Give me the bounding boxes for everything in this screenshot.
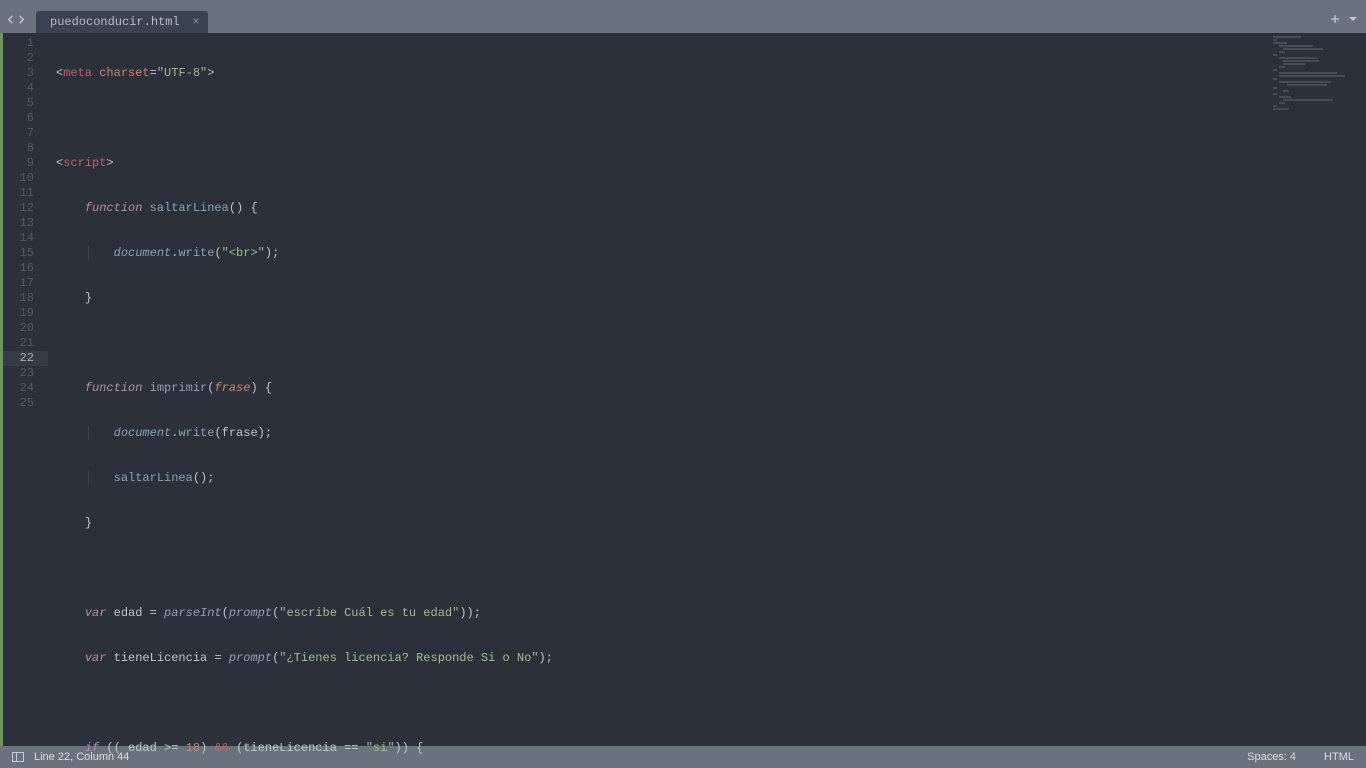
line-number: 6 bbox=[3, 111, 48, 126]
line-number: 20 bbox=[3, 321, 48, 336]
line-number: 17 bbox=[3, 276, 48, 291]
window-titlebar bbox=[0, 0, 1366, 7]
nav-arrows bbox=[0, 11, 32, 29]
line-number: 22 bbox=[3, 351, 48, 366]
line-number: 7 bbox=[3, 126, 48, 141]
line-number: 3 bbox=[3, 66, 48, 81]
new-tab-button[interactable] bbox=[1330, 11, 1340, 29]
line-number: 23 bbox=[3, 366, 48, 381]
close-icon[interactable]: × bbox=[192, 16, 199, 28]
line-number: 5 bbox=[3, 96, 48, 111]
line-number: 25 bbox=[3, 396, 48, 411]
line-number: 14 bbox=[3, 231, 48, 246]
file-tab[interactable]: puedoconducir.html × bbox=[36, 11, 208, 33]
line-number: 9 bbox=[3, 156, 48, 171]
line-number: 18 bbox=[3, 291, 48, 306]
line-number: 15 bbox=[3, 246, 48, 261]
line-number: 16 bbox=[3, 261, 48, 276]
line-number-gutter: 1234567891011121314151617181920212223242… bbox=[0, 33, 48, 746]
tab-dropdown-button[interactable] bbox=[1348, 11, 1358, 29]
line-number: 10 bbox=[3, 171, 48, 186]
line-number: 4 bbox=[3, 81, 48, 96]
line-number: 12 bbox=[3, 201, 48, 216]
line-number: 13 bbox=[3, 216, 48, 231]
line-number: 19 bbox=[3, 306, 48, 321]
tab-bar: puedoconducir.html × bbox=[0, 7, 1366, 33]
nav-back-button[interactable] bbox=[6, 11, 15, 29]
code-area[interactable]: <meta charset="UTF-8"> <script> function… bbox=[48, 33, 1366, 746]
tab-filename: puedoconducir.html bbox=[50, 15, 180, 29]
editor: 1234567891011121314151617181920212223242… bbox=[0, 33, 1366, 746]
line-number: 11 bbox=[3, 186, 48, 201]
line-number: 21 bbox=[3, 336, 48, 351]
line-number: 24 bbox=[3, 381, 48, 396]
line-number: 2 bbox=[3, 51, 48, 66]
line-number: 8 bbox=[3, 141, 48, 156]
line-number: 1 bbox=[3, 36, 48, 51]
sidebar-toggle-icon[interactable] bbox=[12, 752, 24, 762]
nav-forward-button[interactable] bbox=[17, 11, 26, 29]
